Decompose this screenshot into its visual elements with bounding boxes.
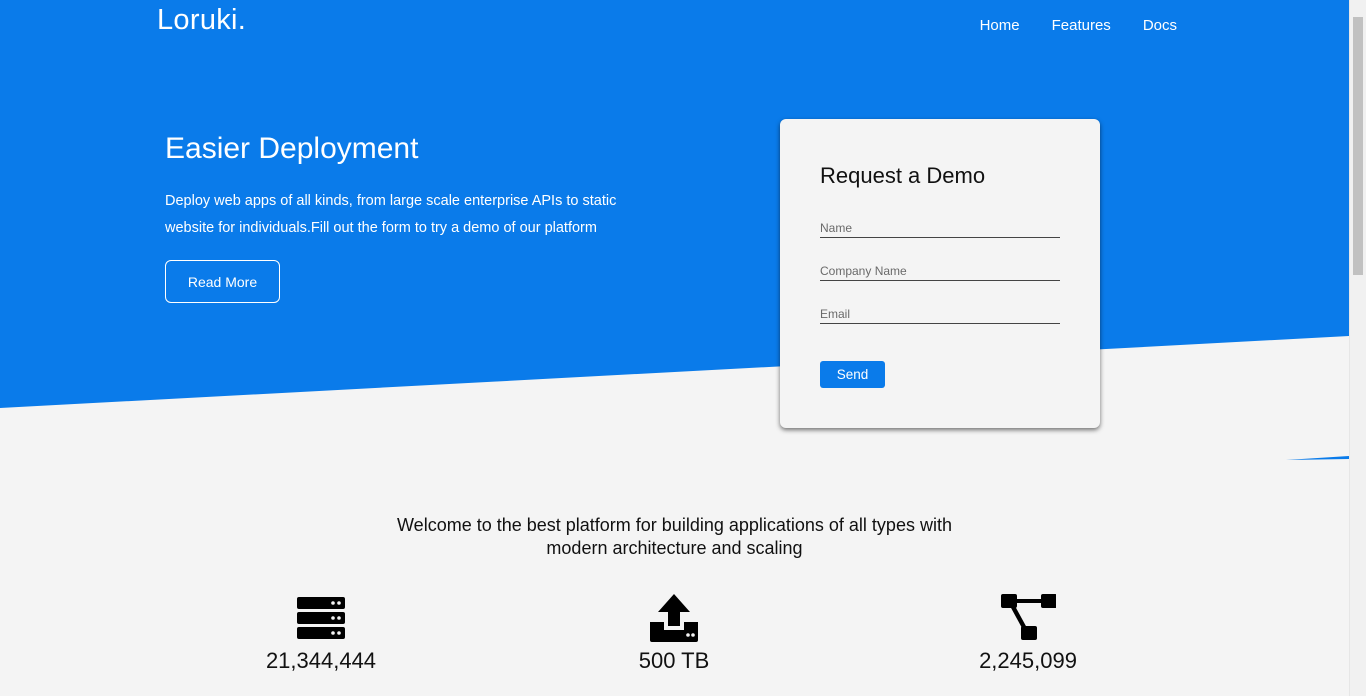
email-field[interactable] [820, 305, 1060, 324]
scrollbar-thumb[interactable] [1353, 17, 1363, 275]
send-button[interactable]: Send [820, 361, 885, 388]
name-field[interactable] [820, 219, 1060, 238]
project-diagram-icon [1001, 594, 1056, 640]
brand-logo[interactable]: Loruki. [157, 4, 246, 37]
vertical-scrollbar[interactable] [1349, 0, 1366, 696]
hero-title: Easier Deployment [165, 132, 419, 165]
stat-value: 21,344,444 [265, 648, 377, 673]
hero-description: Deploy web apps of all kinds, from large… [165, 193, 617, 236]
nav-home[interactable]: Home [980, 17, 1020, 34]
stat-value: 500 TB [638, 648, 710, 673]
read-more-button[interactable]: Read More [165, 260, 280, 303]
welcome-text: Welcome to the best platform for buildin… [397, 515, 952, 558]
stat-value: 2,245,099 [979, 648, 1077, 673]
company-name-field[interactable] [820, 262, 1060, 281]
hero-edge-sliver [1286, 456, 1349, 460]
main-nav: Home Features Docs [980, 17, 1177, 34]
stat-projects: 2,245,099 [928, 592, 1128, 674]
demo-form-title: Request a Demo [820, 163, 986, 188]
upload-icon [650, 594, 698, 642]
page: Loruki. Home Features Docs Easier Deploy… [0, 0, 1366, 696]
stat-published: 500 TB [574, 592, 774, 674]
stat-deployments: 21,344,444 [221, 592, 421, 674]
nav-features[interactable]: Features [1052, 17, 1111, 34]
server-icon [297, 597, 345, 639]
nav-docs[interactable]: Docs [1143, 17, 1177, 34]
request-demo-card: Request a Demo Send [780, 119, 1100, 428]
